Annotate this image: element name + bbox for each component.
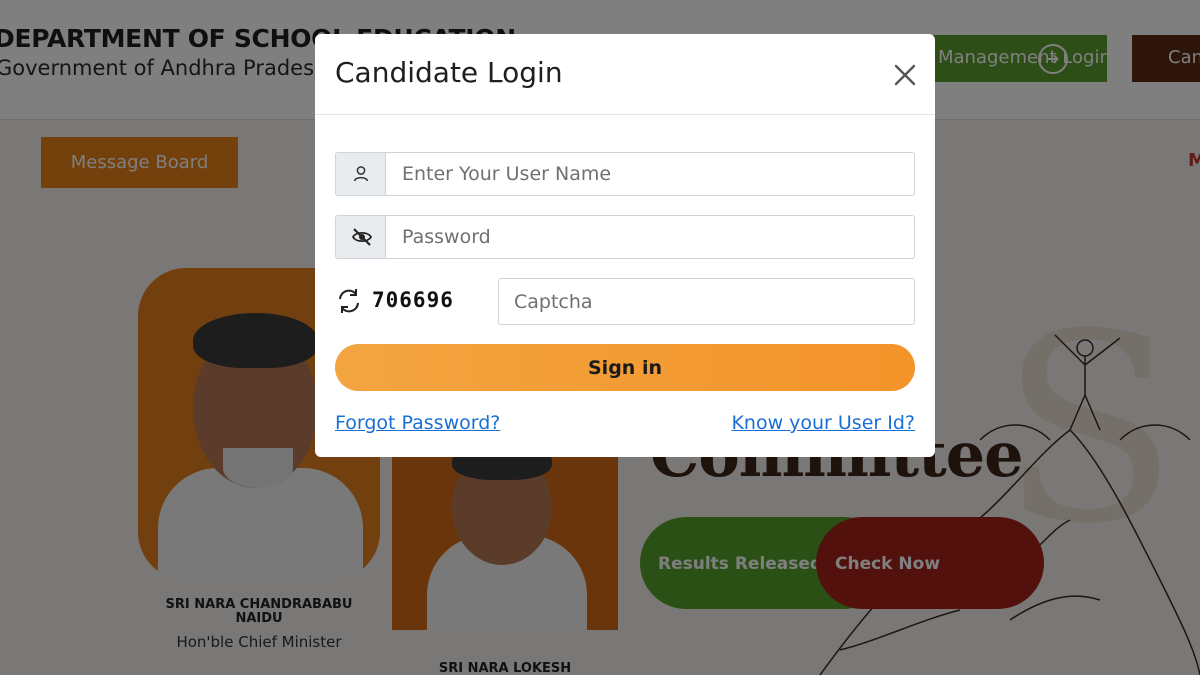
captcha-code: 706696 bbox=[372, 288, 454, 312]
know-user-id-link[interactable]: Know your User Id? bbox=[731, 412, 915, 434]
password-addon[interactable] bbox=[336, 216, 386, 258]
username-field-group bbox=[335, 152, 915, 196]
username-input[interactable] bbox=[387, 153, 914, 195]
captcha-input[interactable] bbox=[498, 278, 915, 325]
modal-header: Candidate Login bbox=[315, 34, 935, 115]
close-icon[interactable] bbox=[889, 59, 921, 91]
password-field-group bbox=[335, 215, 915, 259]
refresh-icon[interactable] bbox=[335, 287, 363, 315]
candidate-login-modal: Candidate Login Enter Your User Name 706… bbox=[315, 34, 935, 457]
user-icon bbox=[353, 166, 369, 182]
captcha-row: 706696 bbox=[335, 278, 915, 326]
forgot-password-link[interactable]: Forgot Password? bbox=[335, 412, 500, 434]
username-addon bbox=[336, 153, 386, 195]
modal-title: Candidate Login bbox=[335, 56, 563, 89]
sign-in-button[interactable]: Sign in bbox=[335, 344, 915, 391]
password-input[interactable] bbox=[387, 216, 914, 258]
eye-slash-icon bbox=[351, 228, 373, 246]
